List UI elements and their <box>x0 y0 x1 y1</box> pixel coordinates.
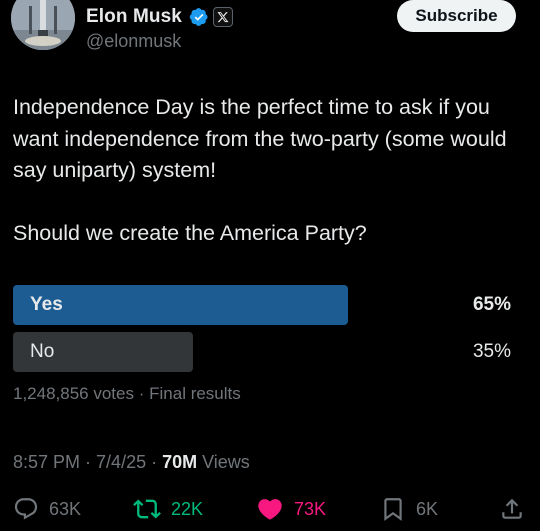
repost-count: 22K <box>171 498 204 519</box>
separator: · <box>138 384 145 403</box>
bookmark-count: 6K <box>416 498 439 519</box>
repost-icon <box>133 499 161 519</box>
separator: · <box>151 452 158 472</box>
tweet-time[interactable]: 8:57 PM <box>13 452 80 473</box>
share-button[interactable] <box>499 492 525 526</box>
poll-option-label: No <box>30 341 55 362</box>
repost-button[interactable]: 22K <box>133 492 203 526</box>
reply-count: 63K <box>49 498 82 519</box>
rocket-image-icon <box>11 0 75 50</box>
tweet-paragraph: Should we create the America Party? <box>13 220 367 245</box>
heart-icon <box>258 499 282 520</box>
reply-icon <box>14 498 38 520</box>
reply-button[interactable]: 63K <box>13 492 81 526</box>
tweet-body: Independence Day is the perfect time to … <box>13 92 523 249</box>
author-handle[interactable]: @elonmusk <box>86 31 181 52</box>
poll-option-percent: 35% <box>472 341 511 362</box>
like-count: 73K <box>294 498 327 519</box>
poll-option-yes: Yes 65% <box>13 285 513 325</box>
tweet-header: Elon Musk @elonmusk Subscribe <box>0 0 540 70</box>
views-count: 70M <box>162 452 198 472</box>
bookmark-icon <box>384 498 402 521</box>
share-icon <box>502 498 522 519</box>
separator: · <box>85 452 92 472</box>
tweet-action-bar: 63K 22K 73K 6K <box>0 492 540 526</box>
x-affiliate-badge[interactable] <box>212 7 233 27</box>
bookmark-button[interactable]: 6K <box>380 492 438 526</box>
poll-option-no: No 35% <box>13 332 513 372</box>
subscribe-button[interactable]: Subscribe <box>397 0 516 32</box>
author-name-row: Elon Musk <box>86 4 233 30</box>
tweet-paragraph: Independence Day is the perfect time to … <box>13 95 507 182</box>
tweet-date[interactable]: 7/4/25 <box>96 452 146 473</box>
like-button[interactable]: 73K <box>256 492 326 526</box>
poll-vote-count: 1,248,856 votes <box>13 384 134 403</box>
author-display-name[interactable]: Elon Musk <box>86 6 182 28</box>
tweet-timestamp-row: 8:57 PM · 7/4/25 · 70M Views <box>13 452 250 473</box>
verified-badge-icon[interactable] <box>189 7 209 27</box>
poll-option-label: Yes <box>30 294 63 315</box>
poll-results-meta: 1,248,856 votes · Final results <box>13 384 241 404</box>
poll: Yes 65% No 35% <box>13 285 513 379</box>
x-logo-icon <box>217 12 229 23</box>
views-label: Views <box>202 452 250 472</box>
avatar[interactable] <box>11 0 75 50</box>
poll-option-percent: 65% <box>472 294 511 315</box>
poll-bar <box>13 285 348 325</box>
poll-status: Final results <box>149 384 241 403</box>
